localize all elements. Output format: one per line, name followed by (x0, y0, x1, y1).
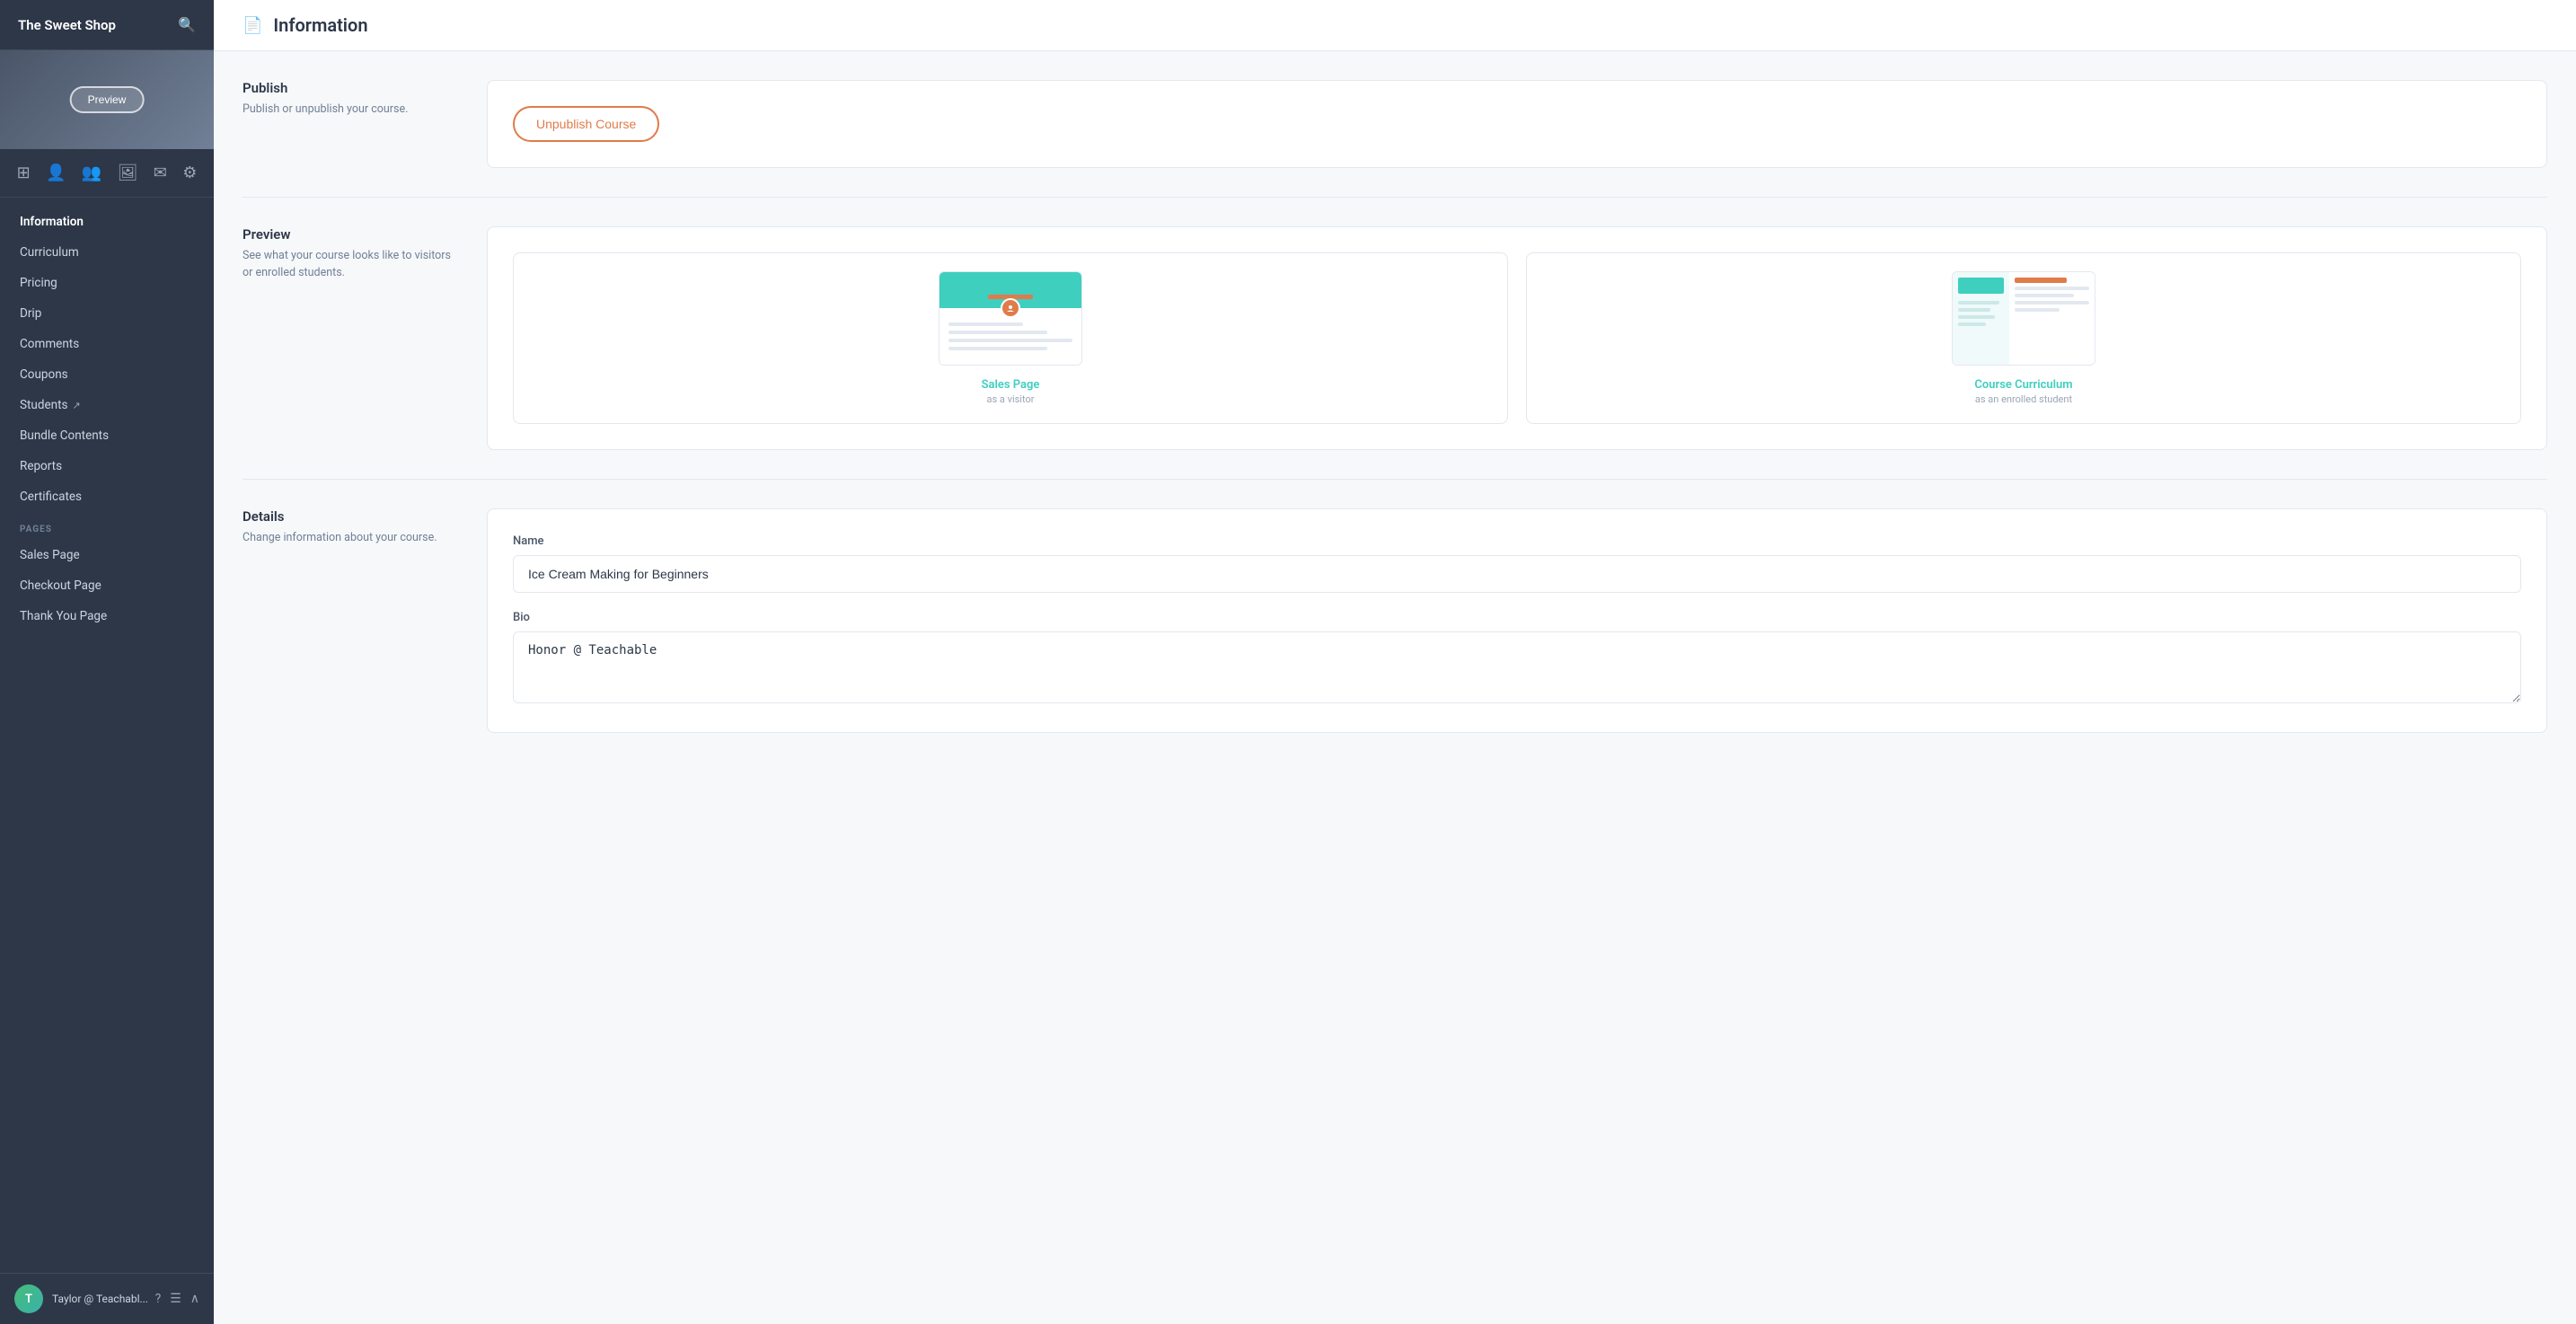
help-icon[interactable]: ? (155, 1292, 162, 1306)
mockup-line-4 (948, 347, 1047, 350)
sidebar-item-bundle-contents[interactable]: Bundle Contents (0, 420, 214, 451)
publish-section-right: Unpublish Course (487, 80, 2547, 168)
sidebar-item-thank-you-page[interactable]: Thank You Page (0, 601, 214, 631)
sidebar-hero-image: Preview (0, 50, 214, 149)
publish-section: Publish Publish or unpublish your course… (243, 51, 2547, 198)
curriculum-sidebar-line-4 (1958, 322, 1986, 326)
avatar: T (14, 1284, 43, 1313)
sales-mockup-header (940, 272, 1081, 308)
sales-page-card[interactable]: Sales Page as a visitor (513, 252, 1508, 424)
page-icon: 📄 (243, 16, 262, 35)
course-curriculum-card[interactable]: Course Curriculum as an enrolled student (1526, 252, 2521, 424)
curriculum-main-bar (2015, 278, 2067, 283)
footer-icons: ? ☰ ∧ (155, 1292, 199, 1306)
username-label: Taylor @ Teachabl... (52, 1293, 148, 1305)
main-content-area: 📄 Information Publish Publish or unpubli… (214, 0, 2576, 1324)
sidebar-item-checkout-page[interactable]: Checkout Page (0, 570, 214, 601)
sidebar-item-drip[interactable]: Drip (0, 298, 214, 329)
sales-page-mockup (939, 271, 1082, 366)
sales-page-label: Sales Page (982, 378, 1040, 392)
unpublish-course-button[interactable]: Unpublish Course (513, 106, 659, 142)
curriculum-mockup-sidebar-header (1958, 278, 2004, 294)
sidebar-item-information[interactable]: Information (0, 207, 214, 237)
sales-mockup-avatar (1001, 298, 1020, 318)
sidebar-footer: T Taylor @ Teachabl... ? ☰ ∧ (0, 1273, 214, 1324)
sidebar-nav: Information Curriculum Pricing Drip Comm… (0, 198, 214, 1273)
curriculum-mockup-main (2009, 272, 2095, 365)
curriculum-sidebar-line-2 (1958, 308, 1990, 312)
sidebar-item-reports[interactable]: Reports (0, 451, 214, 481)
preview-section-left: Preview See what your course looks like … (243, 226, 458, 450)
external-link-icon: ↗ (73, 400, 81, 411)
publish-section-left: Publish Publish or unpublish your course… (243, 80, 458, 168)
sales-mockup-visual (940, 272, 1081, 365)
sidebar-user: T Taylor @ Teachabl... (14, 1284, 148, 1313)
page-header: 📄 Information (214, 0, 2576, 51)
app-title: The Sweet Shop (18, 17, 116, 33)
preview-section: Preview See what your course looks like … (243, 198, 2547, 480)
avatar-initials: T (25, 1293, 32, 1306)
image-icon[interactable]: 🖼 (110, 160, 146, 186)
curriculum-main-line-1 (2015, 287, 2089, 290)
details-section: Details Change information about your co… (243, 480, 2547, 762)
curriculum-mockup-visual (1953, 272, 2095, 365)
preview-desc: See what your course looks like to visit… (243, 248, 458, 282)
curriculum-mockup-sidebar (1953, 272, 2009, 365)
name-label: Name (513, 534, 2521, 548)
gear-icon[interactable]: ⚙ (175, 160, 204, 186)
page-title: Information (273, 14, 367, 36)
mockup-line-2 (948, 331, 1047, 334)
curriculum-sidebar-line-3 (1958, 315, 1995, 319)
main-content: Publish Publish or unpublish your course… (214, 51, 2576, 798)
curriculum-mockup (1952, 271, 2095, 366)
chevron-up-icon[interactable]: ∧ (190, 1292, 199, 1306)
user-icon[interactable]: 👤 (39, 160, 73, 186)
curriculum-card-label: Course Curriculum (1974, 378, 2072, 392)
pages-section-label: PAGES (0, 512, 214, 540)
sidebar-item-certificates[interactable]: Certificates (0, 481, 214, 512)
preview-section-right: Sales Page as a visitor (487, 226, 2547, 450)
sidebar-item-comments[interactable]: Comments (0, 329, 214, 359)
sidebar-item-curriculum[interactable]: Curriculum (0, 237, 214, 268)
name-input[interactable] (513, 555, 2521, 593)
list-icon[interactable]: ☰ (170, 1292, 181, 1306)
sidebar-header: The Sweet Shop 🔍 (0, 0, 214, 50)
bio-input[interactable] (513, 631, 2521, 703)
curriculum-card-sublabel: as an enrolled student (1975, 393, 2072, 405)
preview-title: Preview (243, 226, 458, 243)
dashboard-icon[interactable]: ⊞ (10, 160, 38, 186)
preview-button[interactable]: Preview (70, 86, 145, 113)
curriculum-sidebar-line-1 (1958, 301, 1999, 305)
mockup-line-3 (948, 339, 1072, 342)
curriculum-main-line-4 (2015, 308, 2060, 312)
mockup-line-1 (948, 322, 1023, 326)
details-title: Details (243, 508, 458, 525)
details-desc: Change information about your course. (243, 530, 458, 547)
details-section-right: Name Bio (487, 508, 2547, 733)
curriculum-main-line-2 (2015, 294, 2074, 297)
sidebar-item-students[interactable]: Students ↗ (0, 390, 214, 420)
bio-label: Bio (513, 611, 2521, 624)
sidebar-icon-row: ⊞ 👤 👥 🖼 ✉ ⚙ (0, 149, 214, 198)
publish-desc: Publish or unpublish your course. (243, 102, 458, 119)
sales-page-sublabel: as a visitor (987, 393, 1035, 405)
group-icon[interactable]: 👥 (75, 160, 109, 186)
sidebar-item-coupons[interactable]: Coupons (0, 359, 214, 390)
mail-icon[interactable]: ✉ (146, 160, 174, 186)
publish-title: Publish (243, 80, 458, 96)
details-section-left: Details Change information about your co… (243, 508, 458, 733)
preview-cards-container: Sales Page as a visitor (513, 252, 2521, 424)
search-icon[interactable]: 🔍 (178, 16, 196, 33)
sidebar: The Sweet Shop 🔍 Preview ⊞ 👤 👥 🖼 ✉ ⚙ Inf… (0, 0, 214, 1324)
sidebar-item-sales-page[interactable]: Sales Page (0, 540, 214, 570)
curriculum-main-line-3 (2015, 301, 2089, 305)
sidebar-item-pricing[interactable]: Pricing (0, 268, 214, 298)
